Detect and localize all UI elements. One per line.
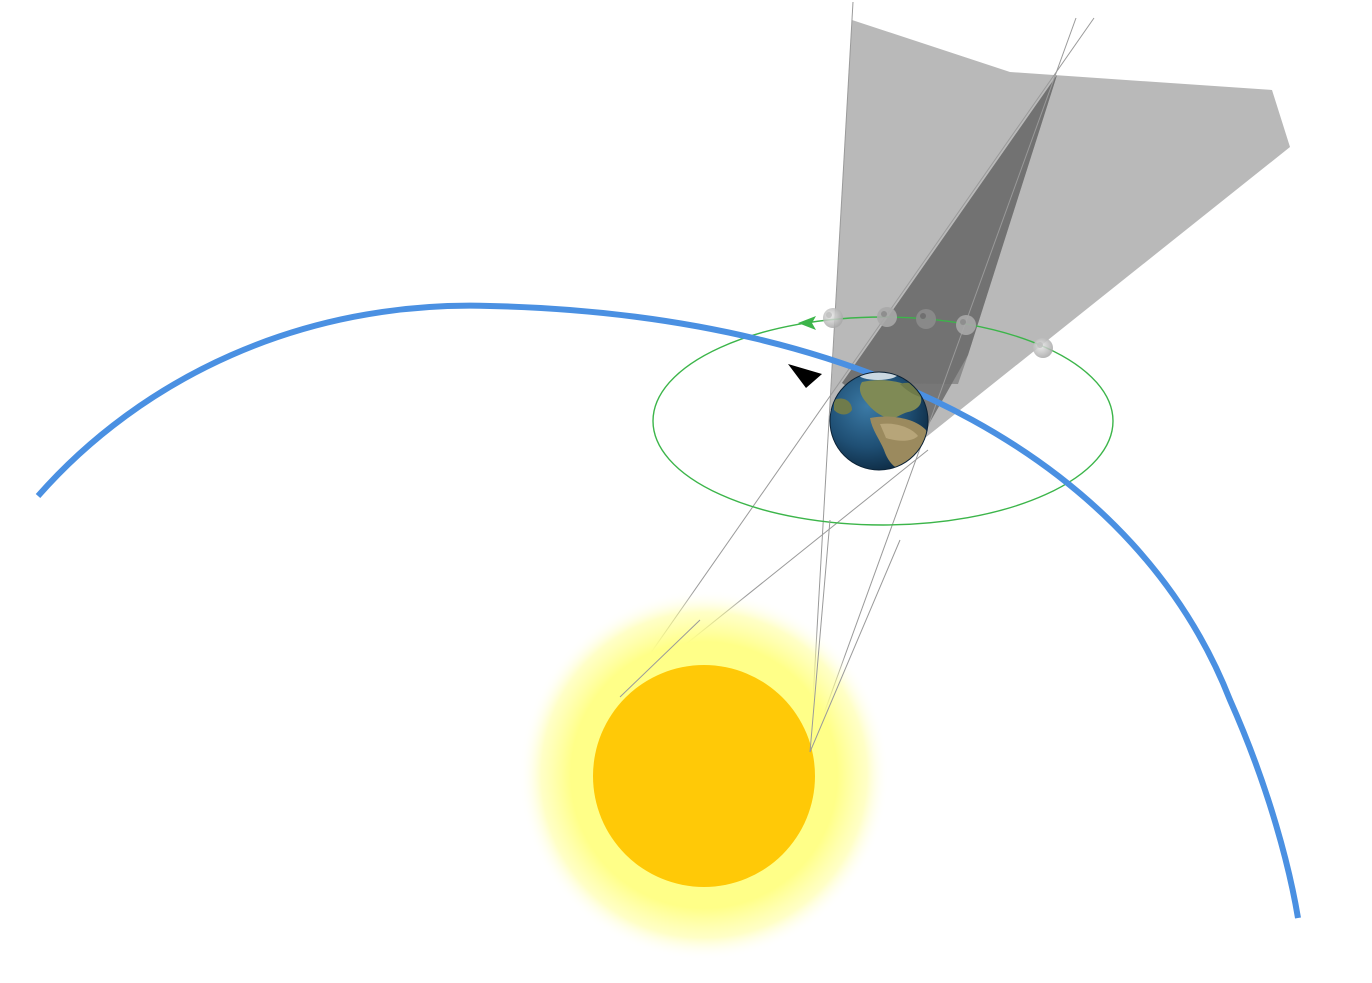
lunar-eclipse-diagram [35,1,1301,960]
moon-icon [956,315,976,335]
moon-icon [916,309,936,329]
sun-icon [593,665,815,887]
moon-icon [1033,338,1053,358]
moon-icon [823,308,843,328]
moon-icon [877,307,897,327]
moon-orbit-arrow-icon [798,316,816,330]
arrowhead-icon [788,364,822,388]
